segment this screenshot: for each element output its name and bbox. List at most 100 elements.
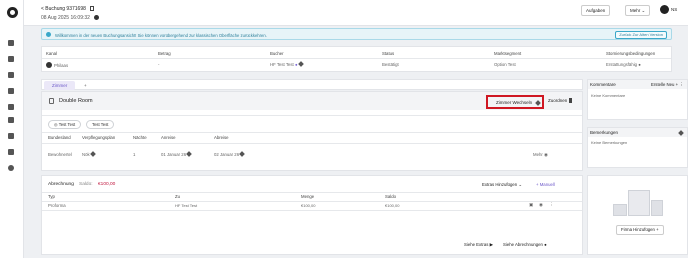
list-icon[interactable] — [8, 117, 14, 123]
kebab-menu-icon[interactable]: ⋮ — [549, 202, 553, 208]
more-button[interactable]: Mehr ⌄ — [625, 5, 651, 16]
col-header-marktsegment: Marktsegment — [494, 51, 522, 56]
divider — [42, 115, 582, 116]
main-area: < Buchung 9371698 08 Aug 2025 16:09:32 A… — [24, 0, 688, 258]
create-comment-label: Erstelle Neu — [651, 82, 675, 87]
flag-icon: ▶ — [489, 242, 493, 247]
building-shape — [628, 190, 650, 216]
chevron-down-icon: ⌄ — [641, 8, 646, 13]
pencil-icon — [535, 100, 541, 106]
cloud-icon[interactable] — [8, 40, 14, 46]
tasks-button-label: Aufgaben — [586, 8, 606, 13]
document-icon[interactable] — [8, 72, 14, 78]
eye-icon[interactable]: ◉ — [539, 202, 543, 208]
tab-add[interactable]: + — [76, 81, 95, 90]
cancellation-cell: Erstattungsfähig ● — [606, 62, 641, 67]
room-tabs: Zimmer + — [41, 79, 583, 90]
booker-cell[interactable]: HF Test Test ● — [270, 61, 304, 67]
channel-name: Philaas — [54, 63, 69, 68]
info-dot-icon[interactable]: ● — [638, 62, 641, 67]
guest-chip[interactable]: ◎ Test Test — [48, 120, 82, 129]
tab-zimmer[interactable]: Zimmer — [44, 81, 76, 90]
tasks-button[interactable]: Aufgaben — [581, 5, 611, 16]
assign-button[interactable]: Zuordnen — [548, 98, 572, 103]
chart-icon[interactable] — [8, 149, 14, 155]
meal-plan-cell: Nök — [82, 151, 96, 157]
back-link[interactable]: < Buchung 9371698 — [41, 6, 95, 12]
comments-title: Kommentare — [590, 82, 616, 87]
invoice-quantity-cell: €100,00 — [301, 203, 316, 208]
see-extras-link[interactable]: Siehe Extras ▶ — [464, 242, 493, 248]
info-circle-icon: ● — [544, 242, 547, 247]
edit-departure-icon[interactable] — [239, 151, 246, 157]
comments-header: Kommentare Erstelle Neu + ⋮ — [588, 80, 687, 89]
booking-number[interactable]: < Buchung 9371698 — [41, 6, 86, 12]
more-button-label: Mehr — [630, 8, 641, 13]
invoice-to-cell: HF Test Test — [175, 203, 198, 208]
col-header-bundesland: Bundesland — [48, 135, 71, 140]
add-extras-button[interactable]: Extras Hinzufügen ⌄ — [482, 182, 522, 188]
col-header-anreise: Anreise — [161, 135, 176, 140]
copy-icon[interactable] — [90, 6, 95, 11]
building-illustration — [613, 190, 663, 218]
room-more-label: Mehr — [533, 152, 543, 157]
edit-remarks-icon[interactable] — [678, 130, 684, 136]
divider — [42, 132, 582, 133]
region-cell: Bewohnertel — [48, 152, 72, 157]
comments-card: Kommentare Erstelle Neu + ⋮ Keine Kommen… — [587, 79, 688, 120]
back-to-old-version-button[interactable]: Zurück Zur Alten Version — [615, 31, 667, 39]
col-header-saldo: Saldo — [385, 194, 396, 199]
see-invoices-link[interactable]: Siehe Abrechnungen ● — [503, 242, 547, 247]
room-more-button[interactable]: Mehr ◉ — [533, 152, 548, 158]
remarks-header: Bemerkungen — [588, 128, 687, 137]
guest-name: Test Test — [92, 122, 109, 127]
manual-label: Manuell — [539, 182, 555, 187]
no-comments-text: Keine Kommentare — [591, 93, 626, 98]
see-invoices-label: Siehe Abrechnungen — [503, 242, 543, 247]
room-icon — [49, 98, 54, 104]
col-header-storno: Stornierungsbedingungen — [606, 51, 656, 56]
add-company-button[interactable]: Firma Hinzufügen + — [616, 225, 664, 235]
user-avatar[interactable] — [660, 5, 669, 14]
invoice-type-cell: Proforma — [48, 203, 66, 208]
assign-icon — [568, 98, 572, 103]
meal-plan-value: Nök — [82, 152, 90, 157]
divider — [42, 210, 582, 211]
cancellation-policy: Erstattungsfähig — [606, 62, 638, 67]
col-header-betrag: Betrag — [158, 51, 171, 56]
info-banner: Willkommen in der neuen Buchungsansicht!… — [41, 28, 672, 40]
contacts-icon[interactable] — [8, 133, 14, 139]
col-header-naechte: Nächte — [133, 135, 147, 140]
add-company-label: Firma Hinzufügen — [621, 227, 655, 232]
print-icon[interactable]: ▣ — [529, 202, 533, 208]
col-header-verpflegung: Verpflegungsplan — [82, 135, 116, 140]
eye-icon: ◉ — [544, 152, 548, 157]
manual-button[interactable]: + Manuell — [536, 182, 555, 187]
kebab-menu-icon[interactable]: ⋮ — [679, 82, 683, 87]
settings-icon[interactable] — [8, 165, 14, 171]
top-bar: < Buchung 9371698 08 Aug 2025 16:09:32 A… — [24, 0, 688, 26]
app-logo-icon[interactable] — [7, 7, 18, 18]
add-circle-icon[interactable] — [94, 15, 100, 20]
company-card: Firma Hinzufügen + — [587, 175, 688, 255]
chevron-down-icon: ⌄ — [518, 182, 522, 187]
edit-arrival-icon[interactable] — [186, 151, 193, 157]
col-header-menge: Menge — [301, 194, 315, 199]
channel-cell: Philaas — [46, 62, 68, 68]
booker-name[interactable]: HF Test Test — [270, 62, 294, 67]
change-room-button[interactable]: Zimmer Wechseln — [486, 95, 544, 109]
info-icon — [46, 32, 51, 37]
bed-icon[interactable] — [8, 56, 14, 62]
plus-icon: + — [656, 227, 659, 232]
channel-logo-icon — [46, 62, 52, 68]
see-extras-label: Siehe Extras — [464, 242, 489, 247]
remarks-card: Bemerkungen Keine Bemerkungen — [587, 127, 688, 168]
edit-booker-icon[interactable] — [297, 61, 304, 67]
segment-cell: Option Test — [494, 62, 516, 67]
calendar-icon[interactable] — [8, 88, 14, 94]
create-comment-button[interactable]: Erstelle Neu + ⋮ — [651, 82, 684, 88]
chat-icon[interactable] — [8, 104, 14, 110]
divider — [42, 143, 582, 144]
edit-meal-plan-icon[interactable] — [90, 151, 96, 157]
guest-chip[interactable]: Test Test — [86, 120, 115, 129]
